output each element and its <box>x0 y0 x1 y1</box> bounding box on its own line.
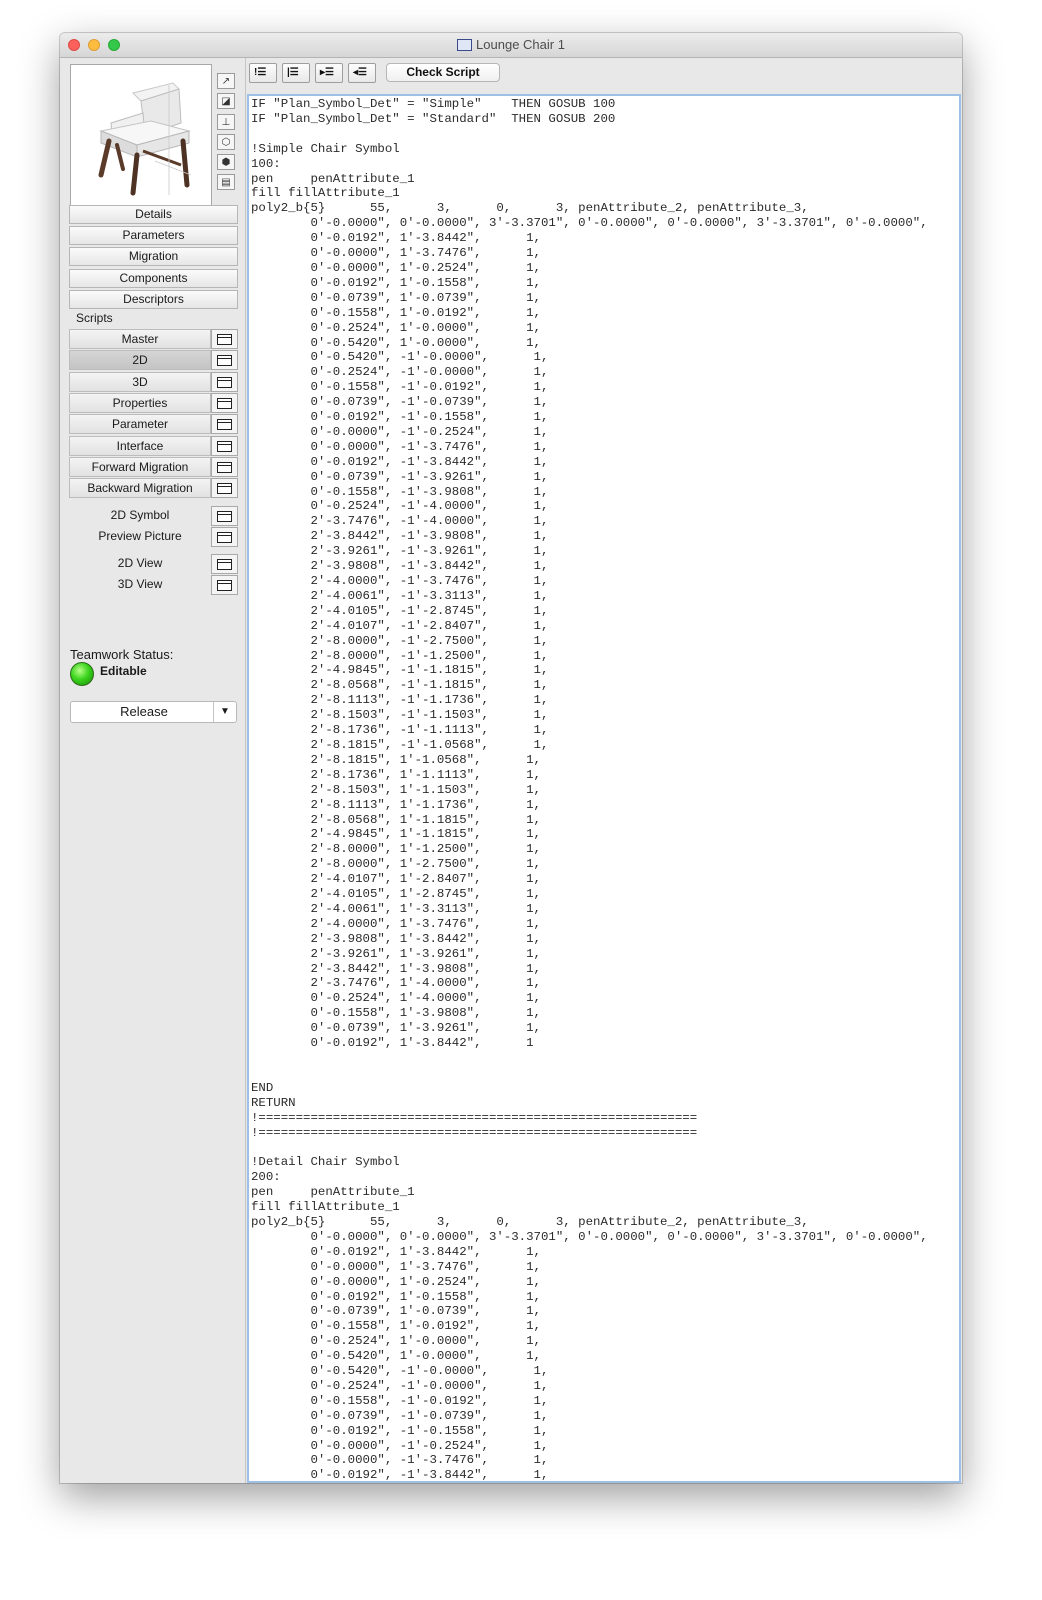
teamwork-status-label: Teamwork Status: <box>70 647 174 662</box>
comment-out-button[interactable]: !☰ <box>249 63 277 83</box>
script-3d[interactable]: 3D <box>69 372 211 392</box>
wireframe-3d-tool-icon[interactable]: ⬡ <box>217 134 235 150</box>
status-led-icon <box>70 662 94 686</box>
script-properties[interactable]: Properties <box>69 393 211 413</box>
script-code[interactable]: IF "Plan_Symbol_Det" = "Simple" THEN GOS… <box>249 96 959 1481</box>
front-view-tool-icon[interactable]: ⊥ <box>217 114 235 130</box>
list-view-tool-icon[interactable]: ▤ <box>217 174 235 190</box>
open-3d-view-window-button[interactable] <box>211 575 238 595</box>
script-editor[interactable]: IF "Plan_Symbol_Det" = "Simple" THEN GOS… <box>247 94 961 1483</box>
item-2d-view[interactable]: 2D View <box>69 554 211 574</box>
indent-button[interactable]: ▸☰ <box>315 63 343 83</box>
open-3d-window-button[interactable] <box>211 372 238 392</box>
window-title-text: Lounge Chair 1 <box>476 37 565 52</box>
window-icon <box>217 462 232 473</box>
item-preview-picture[interactable]: Preview Picture <box>69 527 211 547</box>
window-icon <box>217 532 232 543</box>
window-document-icon <box>457 39 473 51</box>
title-bar[interactable]: Lounge Chair 1 <box>60 33 962 58</box>
script-parameter[interactable]: Parameter <box>69 414 211 434</box>
open-master-window-button[interactable] <box>211 329 238 349</box>
item-3d-view[interactable]: 3D View <box>69 575 211 595</box>
script-2d[interactable]: 2D <box>69 350 211 370</box>
window-title: Lounge Chair 1 <box>60 37 962 52</box>
window-icon <box>217 559 232 570</box>
window-icon <box>217 355 232 366</box>
outdent-button[interactable]: ◂☰ <box>348 63 376 83</box>
open-preview-picture-window-button[interactable] <box>211 527 238 547</box>
gdl-object-window: Lounge Chair 1 ↗ ◪ ⊥ ⬡ ⬢ ▤ Details Param… <box>60 33 962 1483</box>
window-icon <box>217 377 232 388</box>
open-2d-symbol-window-button[interactable] <box>211 506 238 526</box>
open-backward-migration-window-button[interactable] <box>211 478 238 498</box>
uncomment-icon: |☰ <box>287 67 299 78</box>
tab-parameters[interactable]: Parameters <box>69 226 238 245</box>
open-interface-window-button[interactable] <box>211 436 238 456</box>
object-preview-image <box>70 64 212 206</box>
release-dropdown-label: Release <box>120 704 168 719</box>
comment-icon: !☰ <box>254 67 267 78</box>
top-view-tool-icon[interactable]: ◪ <box>217 93 235 109</box>
window-icon <box>217 511 232 522</box>
window-icon <box>217 398 232 409</box>
shaded-3d-tool-icon[interactable]: ⬢ <box>217 154 235 170</box>
item-2d-symbol[interactable]: 2D Symbol <box>69 506 211 526</box>
uncomment-button[interactable]: |☰ <box>282 63 310 83</box>
script-interface[interactable]: Interface <box>69 436 211 456</box>
window-icon <box>217 441 232 452</box>
open-properties-window-button[interactable] <box>211 393 238 413</box>
indent-icon: ▸☰ <box>320 67 334 78</box>
tab-details[interactable]: Details <box>69 205 238 224</box>
window-icon <box>217 580 232 591</box>
outdent-icon: ◂☰ <box>353 67 367 78</box>
tab-components[interactable]: Components <box>69 269 238 288</box>
scripts-section-label: Scripts <box>76 311 113 325</box>
chevron-down-icon: ▼ <box>213 702 236 722</box>
script-forward-migration[interactable]: Forward Migration <box>69 457 211 477</box>
teamwork-status-value: Editable <box>100 664 147 678</box>
window-icon <box>217 419 232 430</box>
release-dropdown[interactable]: Release ▼ <box>70 701 237 723</box>
open-parameter-window-button[interactable] <box>211 414 238 434</box>
open-2d-window-button[interactable] <box>211 350 238 370</box>
open-2d-view-window-button[interactable] <box>211 554 238 574</box>
lounge-chair-preview-icon <box>98 82 192 196</box>
check-script-button[interactable]: Check Script <box>386 63 500 82</box>
tab-migration[interactable]: Migration <box>69 247 238 266</box>
script-backward-migration[interactable]: Backward Migration <box>69 478 211 498</box>
sidebar: ↗ ◪ ⊥ ⬡ ⬢ ▤ Details Parameters Migration… <box>60 58 246 1483</box>
open-forward-migration-window-button[interactable] <box>211 457 238 477</box>
tab-descriptors[interactable]: Descriptors <box>69 290 238 309</box>
window-icon <box>217 334 232 345</box>
window-icon <box>217 483 232 494</box>
edit-preview-tool-icon[interactable]: ↗ <box>217 73 235 89</box>
script-master[interactable]: Master <box>69 329 211 349</box>
